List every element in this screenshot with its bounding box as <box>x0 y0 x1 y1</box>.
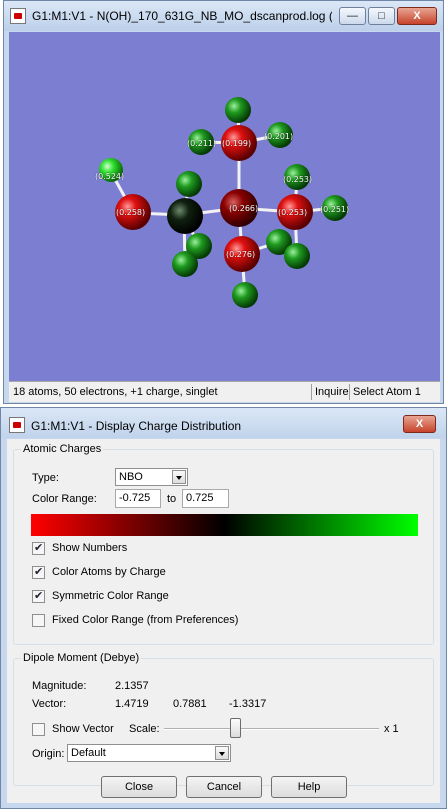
type-select-value: NBO <box>119 471 143 483</box>
show-numbers-checkbox[interactable]: Show Numbers <box>32 541 232 557</box>
origin-select[interactable]: Default <box>67 744 231 762</box>
fixed-range-label: Fixed Color Range (from Preferences) <box>52 614 239 626</box>
checkbox-box[interactable] <box>32 565 45 579</box>
gaussview-app-icon <box>9 417 25 433</box>
charge-label: (0.258) <box>116 208 146 217</box>
charge-distribution-dialog: G1:M1:V1 - Display Charge Distribution X… <box>0 407 447 809</box>
color-atoms-checkbox[interactable]: Color Atoms by Charge <box>32 565 232 581</box>
hydrogen-atom[interactable] <box>284 243 310 269</box>
viewer-titlebar[interactable]: G1:M1:V1 - N(OH)_170_631G_NB_MO_dscanpro… <box>4 1 443 31</box>
charge-label: (0.251) <box>320 205 350 214</box>
cancel-button[interactable]: Cancel <box>186 776 262 798</box>
color-range-min-input[interactable]: -0.725 <box>115 489 161 508</box>
viewer-title: G1:M1:V1 - N(OH)_170_631G_NB_MO_dscanpro… <box>32 9 332 23</box>
molecule-canvas <box>99 97 348 308</box>
nitrogen-atom[interactable] <box>167 198 203 234</box>
charge-label: (0.211) <box>187 139 217 148</box>
dialog-body: Atomic Charges Type: NBO Color Range: -0… <box>7 439 440 803</box>
checkbox-box[interactable] <box>32 723 45 736</box>
fixed-range-checkbox[interactable]: Fixed Color Range (from Preferences) <box>32 613 272 629</box>
molecule-viewport[interactable]: (0.524) (0.258) (0.211) (0.201) (0.199) … <box>9 32 440 381</box>
maximize-button[interactable]: □ <box>368 7 395 25</box>
dialog-titlebar[interactable]: G1:M1:V1 - Display Charge Distribution X <box>1 408 446 438</box>
minimize-button[interactable]: — <box>339 7 366 25</box>
hydrogen-atom[interactable] <box>225 97 251 123</box>
origin-label: Origin: <box>32 748 65 760</box>
magnitude-label: Magnitude: <box>32 680 87 692</box>
scale-slider-track[interactable] <box>164 728 379 730</box>
magnitude-value: 2.1357 <box>115 680 149 692</box>
status-divider <box>349 384 350 400</box>
chevron-down-icon[interactable] <box>172 470 186 484</box>
checkbox-box[interactable] <box>32 614 45 627</box>
charge-label: (0.253) <box>283 175 313 184</box>
scale-slider-thumb[interactable] <box>229 718 241 738</box>
checkbox-box[interactable] <box>32 541 45 555</box>
type-label: Type: <box>32 472 59 484</box>
charge-label: (0.199) <box>222 139 252 148</box>
charge-label: (0.253) <box>278 208 308 217</box>
vector-z-value: -1.3317 <box>229 698 267 710</box>
type-select[interactable]: NBO <box>115 468 188 486</box>
atomic-charges-label: Atomic Charges <box>21 443 104 455</box>
vector-x-value: 1.4719 <box>115 698 149 710</box>
molecule-viewer-window: G1:M1:V1 - N(OH)_170_631G_NB_MO_dscanpro… <box>3 0 444 404</box>
gaussview-app-icon <box>10 8 26 24</box>
status-select: Select Atom 1 <box>353 386 421 398</box>
show-vector-label: Show Vector <box>52 723 114 735</box>
help-button[interactable]: Help <box>271 776 347 798</box>
status-molecule-info: 18 atoms, 50 electrons, +1 charge, singl… <box>13 386 218 398</box>
charge-label: (0.266) <box>229 204 259 213</box>
symmetric-range-checkbox[interactable]: Symmetric Color Range <box>32 589 232 605</box>
color-atoms-label: Color Atoms by Charge <box>52 566 166 578</box>
charge-label: (0.524) <box>95 172 125 181</box>
show-vector-checkbox[interactable]: Show Vector <box>32 722 132 738</box>
status-divider <box>311 384 312 400</box>
hydrogen-atom[interactable] <box>176 171 202 197</box>
scale-multiplier-label: x 1 <box>384 723 399 735</box>
color-range-max-input[interactable]: 0.725 <box>182 489 229 508</box>
close-button[interactable]: X <box>397 7 437 25</box>
symmetric-range-label: Symmetric Color Range <box>52 590 169 602</box>
charge-label: (0.276) <box>226 250 256 259</box>
charge-color-gradient-bar <box>31 514 418 536</box>
chevron-down-icon[interactable] <box>215 746 229 760</box>
range-to-label: to <box>167 493 177 505</box>
viewer-statusbar: 18 atoms, 50 electrons, +1 charge, singl… <box>9 381 440 402</box>
close-dialog-button[interactable]: Close <box>101 776 177 798</box>
dialog-close-button[interactable]: X <box>403 415 436 433</box>
hydrogen-atom[interactable] <box>232 282 258 308</box>
dialog-title: G1:M1:V1 - Display Charge Distribution <box>31 419 242 433</box>
scale-label: Scale: <box>129 723 160 735</box>
origin-select-value: Default <box>71 747 106 759</box>
vector-y-value: 0.7881 <box>173 698 207 710</box>
dipole-moment-label: Dipole Moment (Debye) <box>21 652 142 664</box>
color-range-label: Color Range: <box>32 493 97 505</box>
charge-label: (0.201) <box>264 132 294 141</box>
show-numbers-label: Show Numbers <box>52 542 128 554</box>
hydrogen-atom[interactable] <box>172 251 198 277</box>
vector-label: Vector: <box>32 698 67 710</box>
checkbox-box[interactable] <box>32 589 45 603</box>
status-mode: Inquire <box>315 386 349 398</box>
